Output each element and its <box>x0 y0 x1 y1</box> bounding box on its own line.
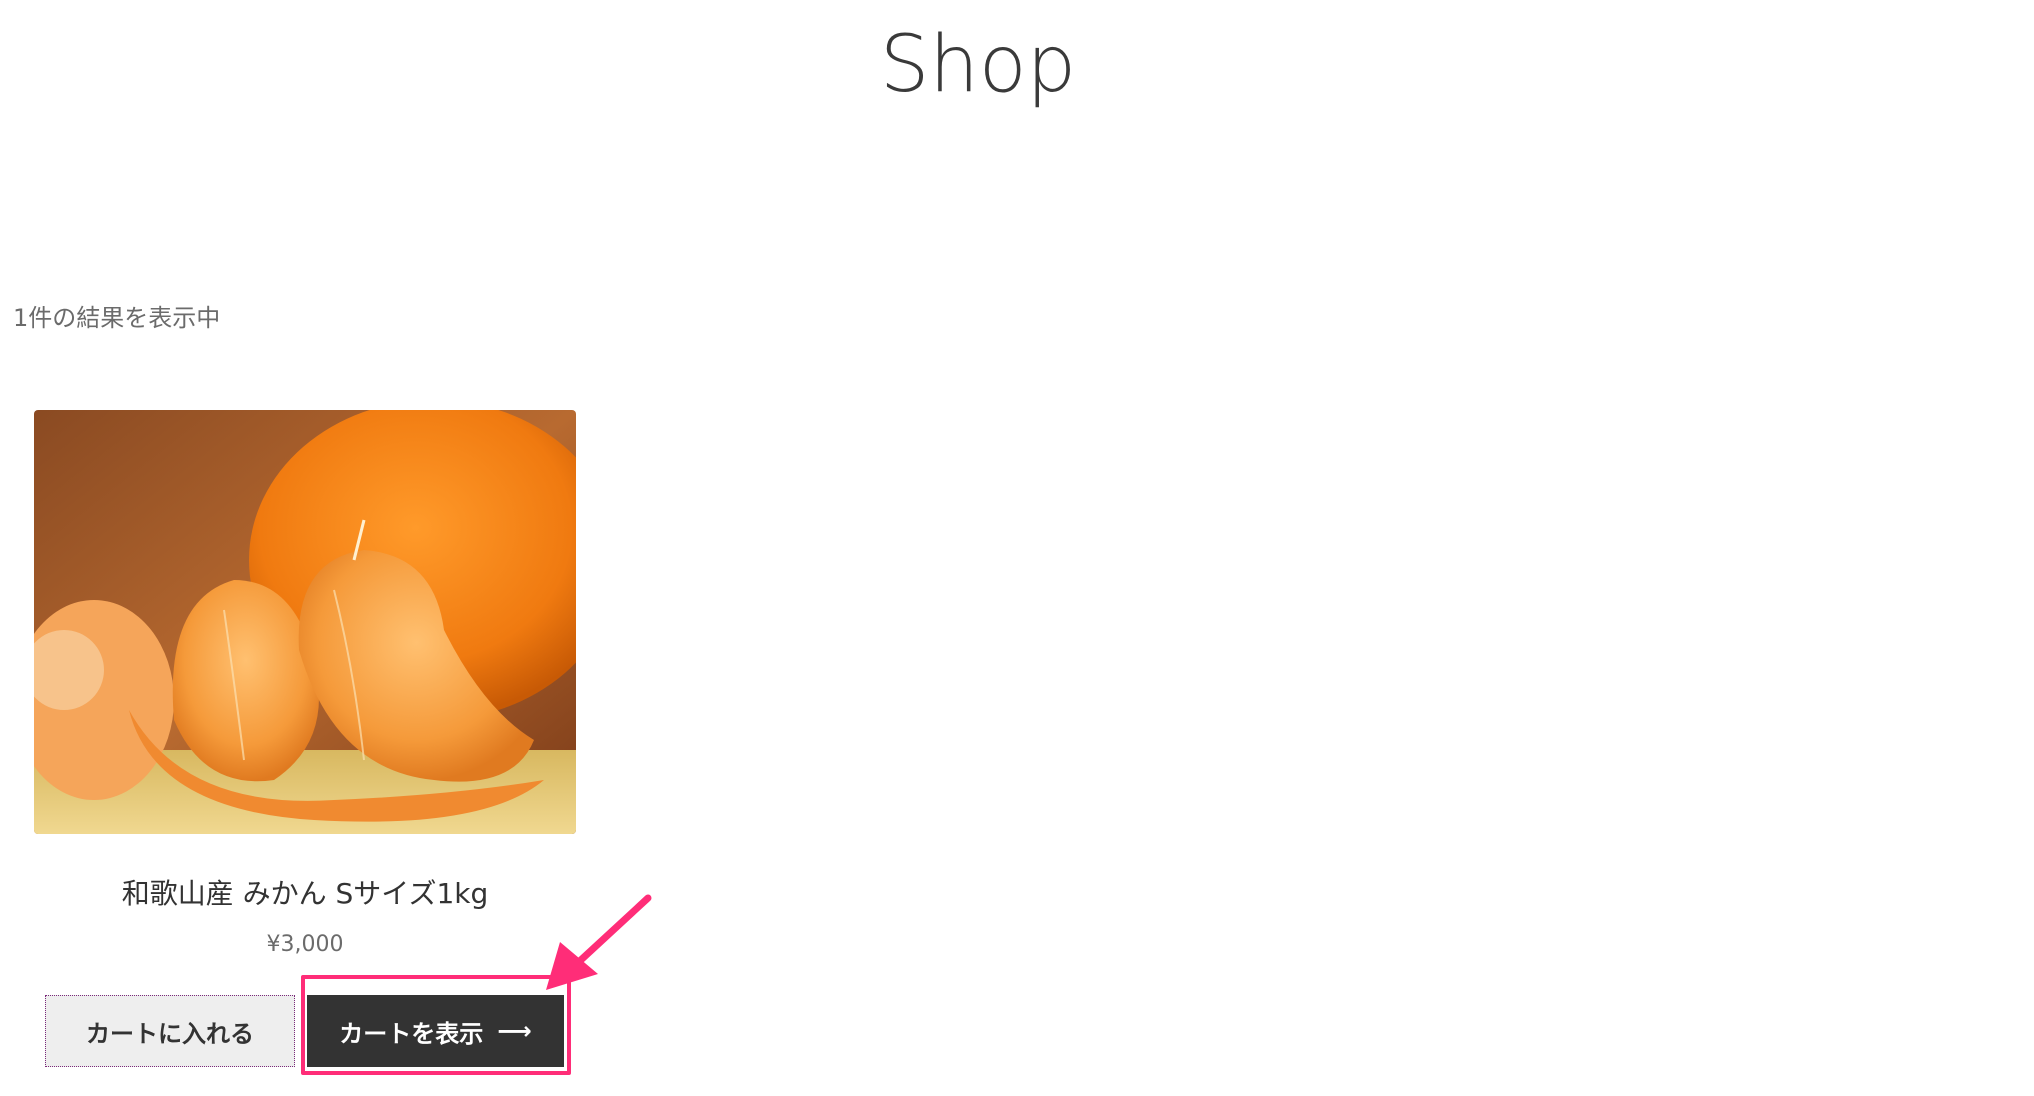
add-to-cart-label: カートに入れる <box>86 1019 254 1048</box>
page-title: Shop <box>879 20 1077 110</box>
view-cart-button[interactable]: カートを表示 ⟶ <box>307 995 564 1067</box>
arrow-right-icon: ⟶ <box>497 1017 532 1045</box>
pointer-arrow-annotation <box>546 894 652 990</box>
product-image <box>34 410 576 834</box>
add-to-cart-button[interactable]: カートに入れる <box>45 995 295 1067</box>
product-price: ¥3,000 <box>266 932 344 957</box>
product-name-link[interactable]: 和歌山産 みかん Sサイズ1kg <box>34 872 576 912</box>
result-count: 1件の結果を表示中 <box>13 304 221 332</box>
product-image-link[interactable] <box>34 410 576 834</box>
view-cart-label: カートを表示 <box>339 1019 484 1048</box>
